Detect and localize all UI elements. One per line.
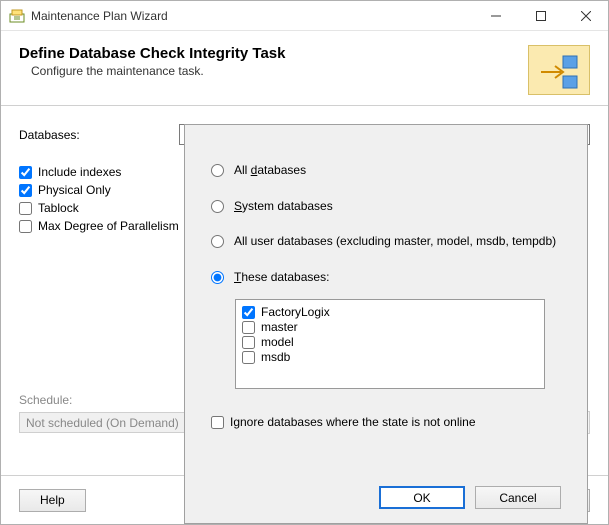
opt-all-radio[interactable]	[211, 164, 224, 177]
db-item-factorylogix-checkbox[interactable]	[242, 306, 255, 319]
opt-these-radio[interactable]	[211, 271, 224, 284]
db-item-msdb[interactable]: msdb	[242, 350, 538, 364]
opt-user-label: All user databases (excluding master, mo…	[234, 234, 561, 250]
db-item-msdb-checkbox[interactable]	[242, 351, 255, 364]
minimize-icon	[491, 11, 501, 21]
include-indexes-checkbox[interactable]	[19, 166, 32, 179]
opt-user-radio[interactable]	[211, 235, 224, 248]
close-button[interactable]	[563, 1, 608, 30]
maximize-icon	[536, 11, 546, 21]
schedule-value: Not scheduled (On Demand)	[26, 416, 179, 430]
wizard-illustration	[528, 45, 590, 95]
db-item-master-checkbox[interactable]	[242, 321, 255, 334]
db-item-master[interactable]: master	[242, 320, 538, 334]
opt-all-databases[interactable]: All databases	[211, 163, 561, 179]
popup-ok-button[interactable]: OK	[379, 486, 465, 509]
ignore-offline-label: Ignore databases where the state is not …	[230, 415, 476, 429]
help-button[interactable]: Help	[19, 489, 86, 512]
wizard-window: Maintenance Plan Wizard Define Database …	[0, 0, 609, 525]
opt-these-label: These databases:	[234, 270, 561, 286]
max-dop-label: Max Degree of Parallelism	[38, 219, 179, 233]
close-icon	[581, 11, 591, 21]
db-item-label: FactoryLogix	[261, 305, 330, 319]
tablock-checkbox[interactable]	[19, 202, 32, 215]
opt-user-databases[interactable]: All user databases (excluding master, mo…	[211, 234, 561, 250]
ignore-offline-checkbox[interactable]	[211, 416, 224, 429]
ignore-offline-option[interactable]: Ignore databases where the state is not …	[211, 415, 561, 429]
db-item-model[interactable]: model	[242, 335, 538, 349]
opt-these-databases[interactable]: These databases:	[211, 270, 561, 286]
page-subtitle: Configure the maintenance task.	[31, 64, 528, 78]
app-icon	[9, 8, 25, 24]
db-item-factorylogix[interactable]: FactoryLogix	[242, 305, 538, 319]
include-indexes-label: Include indexes	[38, 165, 121, 179]
db-item-label: msdb	[261, 350, 290, 364]
database-list[interactable]: FactoryLogix master model msdb	[235, 299, 545, 389]
tablock-label: Tablock	[38, 201, 79, 215]
popup-cancel-label: Cancel	[499, 491, 536, 505]
page-title: Define Database Check Integrity Task	[19, 45, 528, 62]
db-item-label: master	[261, 320, 298, 334]
window-title: Maintenance Plan Wizard	[31, 9, 473, 23]
wizard-header: Define Database Check Integrity Task Con…	[1, 31, 608, 105]
opt-all-label: All databases	[234, 163, 561, 179]
databases-label: Databases:	[19, 128, 179, 142]
physical-only-checkbox[interactable]	[19, 184, 32, 197]
popup-cancel-button[interactable]: Cancel	[475, 486, 561, 509]
physical-only-label: Physical Only	[38, 183, 111, 197]
titlebar: Maintenance Plan Wizard	[1, 1, 608, 31]
db-item-label: model	[261, 335, 294, 349]
opt-system-radio[interactable]	[211, 200, 224, 213]
maximize-button[interactable]	[518, 1, 563, 30]
opt-system-databases[interactable]: System databases	[211, 199, 561, 215]
opt-system-label: System databases	[234, 199, 561, 215]
minimize-button[interactable]	[473, 1, 518, 30]
help-button-label: Help	[40, 493, 65, 507]
database-selector-popup: All databases System databases All user …	[184, 124, 588, 524]
popup-ok-label: OK	[413, 491, 430, 505]
max-dop-checkbox[interactable]	[19, 220, 32, 233]
db-item-model-checkbox[interactable]	[242, 336, 255, 349]
